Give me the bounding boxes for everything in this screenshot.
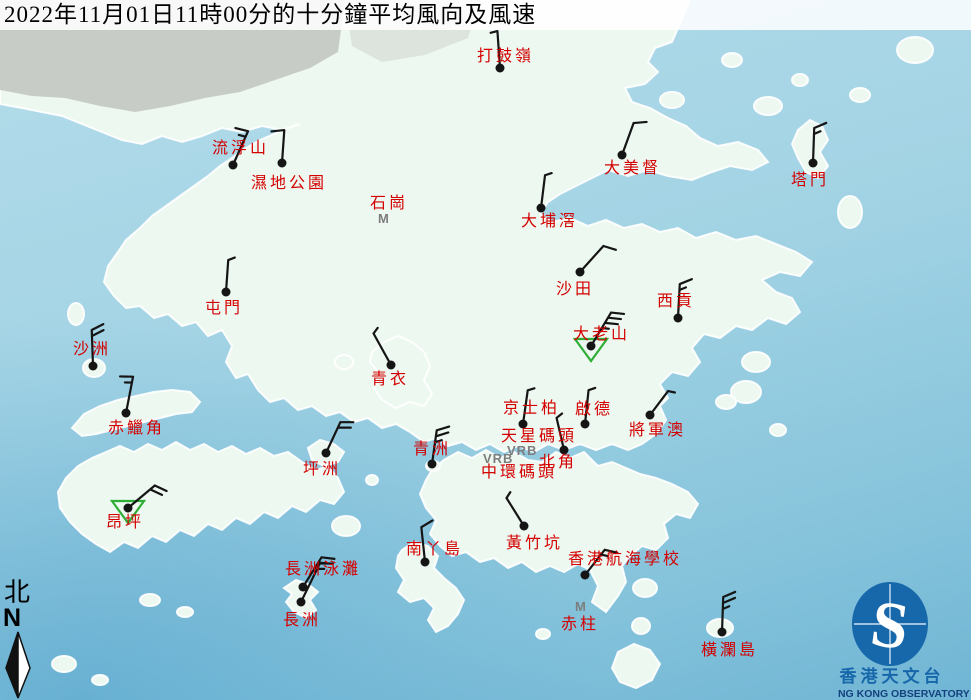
station-dot-tai-mei-tuk <box>618 151 627 160</box>
station-dot-lau-fau-shan <box>229 161 238 170</box>
station-dot-cheung-chau <box>297 598 306 607</box>
wind-barb-tap-mun <box>813 123 826 163</box>
wind-barb-wong-chuk-hang <box>507 492 524 526</box>
north-label-zh: 北 <box>2 579 38 606</box>
wind-barb-sha-tin <box>580 246 616 272</box>
station-dot-ta-kwu-ling <box>496 64 505 73</box>
wind-barb-tates-cairn <box>591 313 624 346</box>
hko-name-zh: 香港天文台 <box>840 666 945 686</box>
station-dot-wong-chuk-hang <box>520 522 529 531</box>
hko-name-en: HONG KONG OBSERVATORY <box>838 688 969 700</box>
wind-barb-green-island <box>432 427 449 464</box>
wind-barb-sai-kung <box>678 279 692 318</box>
station-dot-north-point <box>560 446 569 455</box>
wind-barb-kai-tak <box>585 388 595 424</box>
map-title: 2022年11月01日11時00分的十分鐘平均風向及風速 <box>0 0 971 29</box>
wind-barb-kings-park <box>523 388 534 424</box>
wind-barb-chek-lap-kok <box>120 376 133 413</box>
north-arrow-icon <box>2 630 36 700</box>
wind-barb-sha-chau <box>92 324 104 366</box>
north-label-en: N <box>2 606 38 630</box>
station-dot-tates-cairn <box>587 342 596 351</box>
wind-barb-tseung-kwan-o <box>650 391 675 415</box>
station-dot-chek-lap-kok <box>122 409 131 418</box>
wind-barb-tai-mei-tuk <box>622 122 647 155</box>
wind-barb-north-point <box>557 414 564 450</box>
station-dot-lamma-island <box>421 558 430 567</box>
station-dot-sha-tin <box>576 268 585 277</box>
wind-layer <box>0 0 971 700</box>
wind-barb-tai-po-kau <box>541 173 552 208</box>
north-compass: 北 N <box>2 579 38 700</box>
station-dot-hk-sea-school <box>581 571 590 580</box>
station-dot-sai-kung <box>674 314 683 323</box>
wind-barb-lamma-island <box>421 520 432 562</box>
station-dot-tuen-mun <box>222 288 231 297</box>
station-dot-tsing-yi <box>387 361 396 370</box>
title-banner: 2022年11月01日11時00分的十分鐘平均風向及風速 <box>0 0 971 30</box>
wind-barb-tuen-mun <box>226 258 235 292</box>
station-dot-waglan-island <box>718 628 727 637</box>
wind-barb-tsing-yi <box>374 328 391 365</box>
station-dot-ngong-ping <box>124 504 133 513</box>
station-dot-tap-mun <box>809 159 818 168</box>
wind-barb-waglan-island <box>722 592 735 632</box>
hko-logo-icon: S 香港天文台 HONG KONG OBSERVATORY <box>838 576 969 700</box>
station-dot-wetland-park <box>278 159 287 168</box>
wind-barb-cheung-chau-beach <box>303 557 334 587</box>
station-dot-tai-po-kau <box>537 204 546 213</box>
station-dot-kings-park <box>519 420 528 429</box>
wind-barb-ta-kwu-ling <box>491 31 500 68</box>
wind-barb-lau-fau-shan <box>233 128 248 165</box>
station-dot-kai-tak <box>581 420 590 429</box>
wind-barb-wetland-park <box>271 130 284 163</box>
wind-barb-hk-sea-school <box>585 550 617 575</box>
station-dot-green-island <box>428 460 437 469</box>
station-dot-tseung-kwan-o <box>646 411 655 420</box>
station-dot-sha-chau <box>89 362 98 371</box>
hko-logo: S 香港天文台 HONG KONG OBSERVATORY <box>838 576 969 700</box>
station-dot-peng-chau <box>322 449 331 458</box>
wind-map-page: 打鼓嶺流浮山濕地公園石崗M大美督塔門大埔滘沙田西貢大老山屯門沙洲赤鱲角坪洲青衣青… <box>0 0 971 700</box>
wind-barb-ngong-ping <box>128 486 167 508</box>
wind-barb-peng-chau <box>326 422 353 453</box>
